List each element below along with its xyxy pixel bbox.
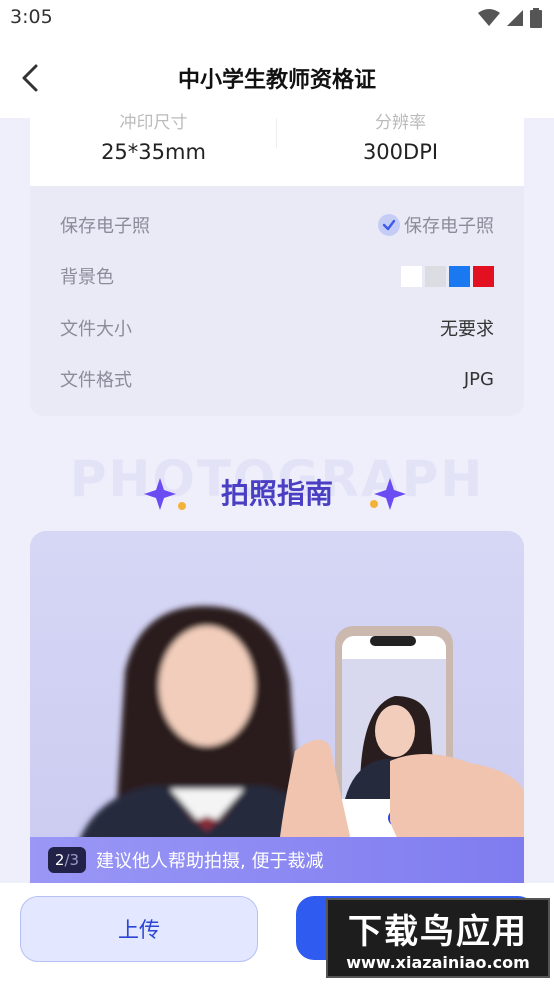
info-key: 背景色 xyxy=(60,267,114,288)
watermark-url: www.xiazainiao.com xyxy=(346,953,530,972)
info-row-save: 保存电子照 保存电子照 xyxy=(60,210,494,240)
info-key: 文件大小 xyxy=(60,319,132,340)
save-photo-option[interactable]: 保存电子照 xyxy=(378,212,494,238)
check-circle-icon xyxy=(378,214,400,236)
battery-icon xyxy=(530,8,542,28)
info-row-file-format: 文件格式 JPG xyxy=(60,364,494,394)
carousel-pager: 2/3 xyxy=(48,847,86,873)
guide-photo-card[interactable]: 2/3 建议他人帮助拍摄, 便于裁减 xyxy=(30,531,524,883)
spec-dpi: 分辨率 300DPI xyxy=(277,113,524,186)
color-swatch[interactable] xyxy=(401,265,422,287)
wifi-icon xyxy=(478,9,500,26)
spec-card: 冲印尺寸 25*35mm 分辨率 300DPI xyxy=(30,113,524,186)
info-card: 保存电子照 保存电子照 背景色 文件大小 无要求 文件格式 JPG xyxy=(30,186,524,416)
system-icons xyxy=(478,8,542,28)
color-swatches xyxy=(401,265,494,287)
sparkle-icon xyxy=(144,478,186,510)
spec-size: 冲印尺寸 25*35mm xyxy=(30,113,277,186)
guide-illustration xyxy=(70,606,524,883)
info-value: JPG xyxy=(463,368,494,390)
color-swatch[interactable] xyxy=(473,265,494,287)
info-row-file-size: 文件大小 无要求 xyxy=(60,313,494,343)
bottom-action-bar: 上传 下载鸟应用 www.xiazainiao.com xyxy=(0,883,554,984)
info-key: 文件格式 xyxy=(60,370,132,391)
color-swatch[interactable] xyxy=(449,265,470,287)
spec-size-label: 冲印尺寸 xyxy=(119,113,188,133)
spec-dpi-value: 300DPI xyxy=(362,140,439,164)
info-row-bg-color: 背景色 xyxy=(60,261,494,291)
spec-size-value: 25*35mm xyxy=(101,140,206,164)
guide-caption: 建议他人帮助拍摄, 便于裁减 xyxy=(96,851,324,872)
status-time: 3:05 xyxy=(10,6,53,28)
app-header: 中小学生教师资格证 xyxy=(0,38,554,118)
info-value: 无要求 xyxy=(440,319,494,340)
sparkle-icon xyxy=(370,478,406,510)
signal-icon xyxy=(507,10,523,26)
color-swatch[interactable] xyxy=(425,265,446,287)
spec-dpi-label: 分辨率 xyxy=(375,113,426,133)
page-current: 2 xyxy=(54,851,65,869)
status-bar: 3:05 xyxy=(0,0,554,38)
site-watermark: 下载鸟应用 www.xiazainiao.com xyxy=(326,898,550,978)
page-total: /3 xyxy=(64,851,80,869)
guide-caption-bar: 2/3 建议他人帮助拍摄, 便于裁减 xyxy=(30,837,524,883)
upload-button[interactable]: 上传 xyxy=(20,896,258,962)
info-key: 保存电子照 xyxy=(60,216,150,237)
watermark-text: 下载鸟应用 xyxy=(348,912,528,952)
page-title: 中小学生教师资格证 xyxy=(177,68,376,93)
guide-title: 拍照指南 xyxy=(220,477,333,510)
info-value: 保存电子照 xyxy=(404,216,494,237)
